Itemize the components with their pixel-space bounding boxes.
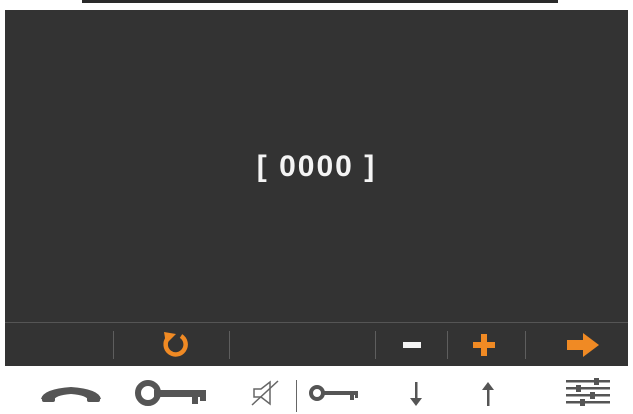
hardware-button-row: [0, 368, 633, 414]
door-open-button[interactable]: [132, 372, 212, 414]
down-button[interactable]: [396, 372, 436, 414]
hang-up-icon: [41, 387, 101, 402]
separator: [229, 331, 230, 359]
minus-button[interactable]: [387, 325, 437, 365]
key-icon: [135, 380, 206, 406]
separator: [525, 331, 526, 359]
aux-key-button[interactable]: [304, 372, 364, 414]
display-screen: [ 0000 ]: [5, 10, 628, 366]
menu-button[interactable]: [556, 372, 620, 414]
key-small-icon: [309, 385, 358, 401]
menu-settings-icon: [566, 378, 610, 406]
softkey-bar: [5, 322, 628, 367]
next-button[interactable]: [553, 325, 613, 365]
mute-button[interactable]: [242, 372, 292, 414]
undo-button[interactable]: [145, 325, 205, 365]
separator: [113, 331, 114, 359]
hang-up-button[interactable]: [36, 372, 106, 414]
code-display: [ 0000 ]: [256, 150, 377, 183]
plus-button[interactable]: [459, 325, 509, 365]
mute-icon: [251, 380, 279, 406]
separator: [375, 331, 376, 359]
arrow-up-icon: [482, 382, 494, 406]
separator: [447, 331, 448, 359]
minus-icon: [403, 342, 421, 348]
arrow-right-icon: [567, 333, 599, 357]
divider: [296, 380, 297, 412]
arrow-down-icon: [410, 382, 422, 406]
plus-icon: [473, 334, 495, 356]
undo-icon: [163, 332, 188, 357]
top-rule: [82, 0, 558, 3]
up-button[interactable]: [468, 372, 508, 414]
